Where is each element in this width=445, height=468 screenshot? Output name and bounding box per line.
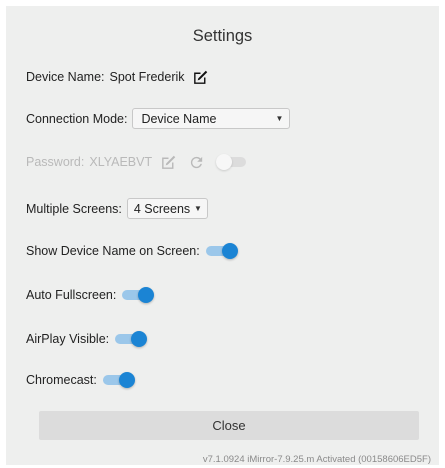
auto-fullscreen-label: Auto Fullscreen: <box>26 288 117 302</box>
auto-fullscreen-toggle[interactable] <box>122 287 155 303</box>
refresh-password-icon[interactable] <box>186 152 206 172</box>
password-label: Password: <box>26 155 85 169</box>
auto-fullscreen-row: Auto Fullscreen: <box>26 287 155 303</box>
device-name-label: Device Name: <box>26 70 105 84</box>
edit-device-name-icon[interactable] <box>191 67 211 87</box>
airplay-visible-row: AirPlay Visible: <box>26 331 148 347</box>
version-footer: v7.1.0924 iMirror-7.9.25.m Activated (00… <box>202 454 431 465</box>
connection-mode-select[interactable]: Device Name ▼ <box>132 108 291 129</box>
device-name-value: Spot Frederik <box>109 70 185 84</box>
show-device-name-row: Show Device Name on Screen: <box>26 243 238 259</box>
multiple-screens-select[interactable]: 4 Screens ▼ <box>126 198 208 219</box>
password-toggle[interactable] <box>216 154 248 170</box>
password-value: XLYAEBVT <box>89 155 153 169</box>
chromecast-label: Chromecast: <box>26 373 97 387</box>
airplay-visible-toggle[interactable] <box>115 331 148 347</box>
airplay-visible-label: AirPlay Visible: <box>26 332 110 346</box>
close-button[interactable]: Close <box>39 411 419 440</box>
dialog-title: Settings <box>192 27 253 45</box>
chromecast-row: Chromecast: <box>26 372 135 388</box>
connection-mode-label: Connection Mode: <box>26 111 128 126</box>
multiple-screens-row: Multiple Screens: 4 Screens ▼ <box>26 198 208 219</box>
connection-mode-selected: Device Name <box>141 111 217 126</box>
connection-mode-row: Connection Mode: Device Name ▼ <box>26 108 291 129</box>
edit-password-icon[interactable] <box>158 152 178 172</box>
chromecast-toggle[interactable] <box>102 372 135 388</box>
caret-down-icon: ▼ <box>193 204 202 213</box>
multiple-screens-label: Multiple Screens: <box>26 201 122 216</box>
show-device-name-label: Show Device Name on Screen: <box>26 244 200 258</box>
password-row: Password: XLYAEBVT <box>26 152 248 172</box>
caret-down-icon: ▼ <box>275 114 284 123</box>
show-device-name-toggle[interactable] <box>205 243 238 259</box>
settings-dialog: Settings Device Name: Spot Frederik Conn… <box>6 6 439 465</box>
multiple-screens-selected: 4 Screens <box>133 201 191 216</box>
device-name-row: Device Name: Spot Frederik <box>26 67 219 87</box>
